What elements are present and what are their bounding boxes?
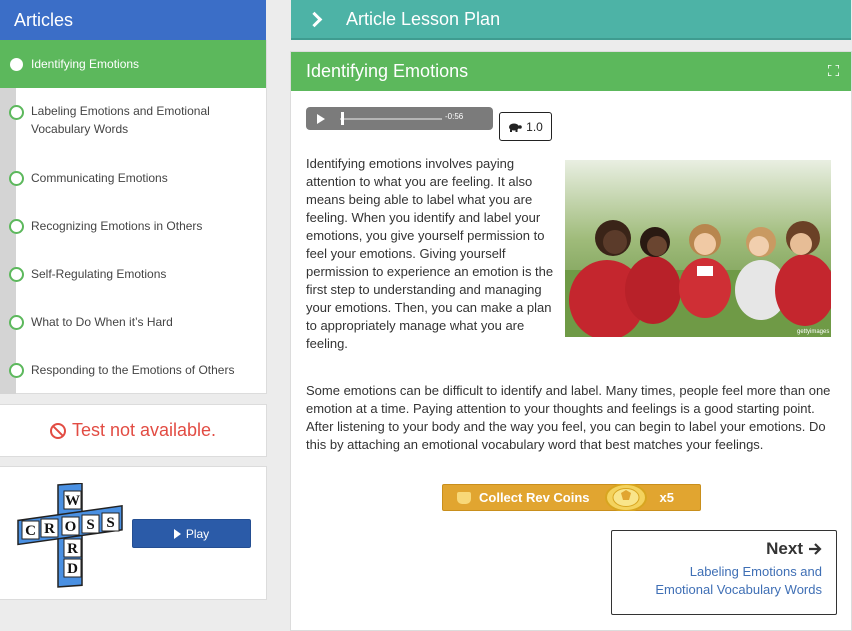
- progress-dot-icon: [9, 171, 24, 186]
- next-label: Next: [766, 539, 803, 558]
- sidebar-item-label: Labeling Emotions and Emotional Vocabula…: [31, 104, 210, 136]
- play-icon[interactable]: [317, 114, 325, 124]
- article-title-bar: Identifying Emotions: [291, 52, 851, 91]
- next-article-button[interactable]: Next Labeling Emotions and Emotional Voc…: [611, 530, 837, 615]
- coin-bag-icon: [457, 491, 471, 504]
- progress-dot-icon: [9, 105, 24, 120]
- audio-seek-handle[interactable]: [341, 112, 345, 125]
- sidebar-item-label: Communicating Emotions: [31, 171, 168, 185]
- article-card: Identifying Emotions -0:56 1.0 Identifyi…: [290, 51, 852, 631]
- audio-time-remaining: -0:56: [445, 112, 464, 121]
- svg-text:W: W: [65, 493, 80, 509]
- next-title-row: Next: [612, 539, 822, 559]
- play-button[interactable]: Play: [132, 519, 251, 548]
- svg-text:O: O: [65, 519, 77, 535]
- play-button-label: Play: [185, 526, 210, 541]
- svg-text:S: S: [106, 515, 114, 531]
- crossword-game-card: C R O S S W R D Play: [0, 466, 267, 600]
- article-paragraph-2: Some emotions can be difficult to identi…: [306, 383, 831, 452]
- svg-text:D: D: [67, 561, 78, 577]
- progress-dot-icon: [9, 219, 24, 234]
- next-article-link[interactable]: Labeling Emotions and Emotional Vocabula…: [612, 563, 822, 599]
- articles-header: Articles: [0, 0, 266, 40]
- playback-speed-button[interactable]: 1.0: [499, 112, 552, 141]
- progress-dot-icon: [10, 58, 23, 71]
- sidebar-item-what-to-do[interactable]: What to Do When it’s Hard: [0, 312, 266, 332]
- progress-dot-icon: [9, 363, 24, 378]
- sidebar-item-label: What to Do When it’s Hard: [31, 315, 173, 329]
- articles-list: Identifying Emotions Labeling Emotions a…: [0, 40, 267, 394]
- sidebar-item-identifying-emotions[interactable]: Identifying Emotions: [0, 40, 266, 88]
- photo-credit: gettyimages: [797, 329, 829, 335]
- sidebar-item-label: Identifying Emotions: [31, 57, 140, 71]
- article-paragraph-1: Identifying emotions involves paying att…: [306, 156, 554, 351]
- svg-text:R: R: [67, 541, 78, 557]
- arrow-right-icon: [809, 543, 822, 555]
- sidebar-item-self-regulating[interactable]: Self-Regulating Emotions: [0, 264, 266, 284]
- sidebar-item-label: Responding to the Emotions of Others: [31, 363, 235, 377]
- playback-speed-value: 1.0: [526, 119, 543, 134]
- turtle-icon: [509, 123, 522, 132]
- coin-multiplier: x5: [659, 490, 674, 505]
- sidebar-item-communicating-emotions[interactable]: Communicating Emotions: [0, 168, 266, 188]
- svg-text:R: R: [44, 521, 55, 537]
- coin-icon: [604, 484, 647, 511]
- svg-text:S: S: [86, 517, 94, 533]
- sidebar-item-responding[interactable]: Responding to the Emotions of Others: [0, 360, 266, 380]
- lesson-plan-title: Article Lesson Plan: [346, 8, 501, 29]
- article-title: Identifying Emotions: [306, 61, 469, 81]
- collect-rev-coins-button[interactable]: Collect Rev Coins x5: [442, 484, 701, 511]
- progress-dot-icon: [9, 267, 24, 282]
- sidebar: Articles Identifying Emotions Labeling E…: [0, 0, 267, 631]
- expand-icon[interactable]: [828, 65, 839, 76]
- sidebar-item-labeling-emotions[interactable]: Labeling Emotions and Emotional Vocabula…: [0, 102, 266, 142]
- audio-player[interactable]: -0:56: [306, 107, 493, 130]
- article-lesson-plan-toggle[interactable]: Article Lesson Plan: [291, 0, 851, 40]
- svg-text:C: C: [25, 523, 36, 539]
- play-icon: [173, 528, 181, 539]
- sidebar-item-label: Recognizing Emotions in Others: [31, 219, 203, 233]
- chevron-right-icon: [306, 11, 323, 27]
- ban-icon: [49, 422, 66, 439]
- article-photo: gettyimages: [565, 160, 831, 337]
- progress-dot-icon: [9, 315, 24, 330]
- audio-seek-bar[interactable]: [340, 118, 442, 120]
- collect-coins-label: Collect Rev Coins: [479, 490, 590, 505]
- test-status: Test not available.: [0, 404, 267, 457]
- crossword-logo: C R O S S W R D: [17, 483, 123, 588]
- sidebar-item-label: Self-Regulating Emotions: [31, 267, 167, 281]
- sidebar-item-recognizing-emotions[interactable]: Recognizing Emotions in Others: [0, 216, 266, 236]
- test-status-text: Test not available.: [71, 420, 217, 440]
